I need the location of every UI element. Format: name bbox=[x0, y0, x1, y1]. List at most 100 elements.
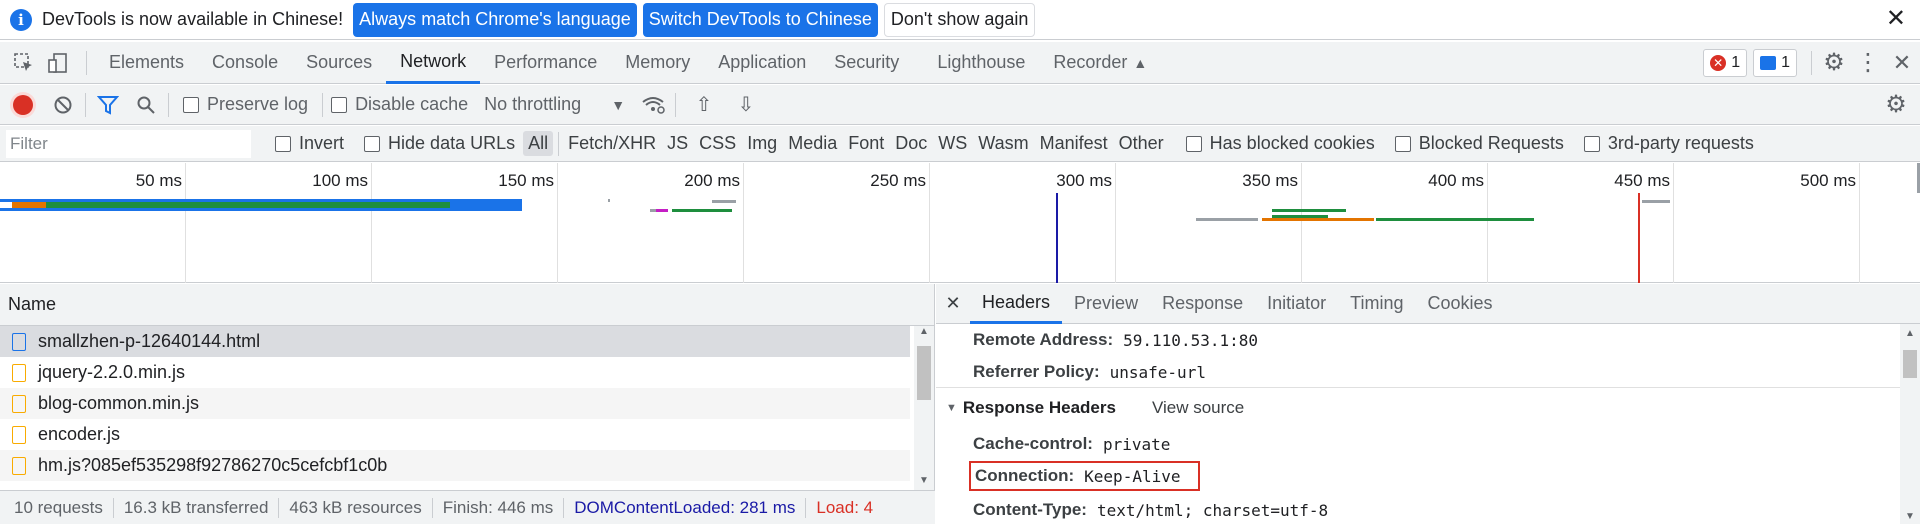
divider bbox=[675, 92, 677, 117]
tab-application[interactable]: Application bbox=[704, 42, 820, 84]
request-bar bbox=[1196, 218, 1258, 221]
tab-recorder-label: Recorder bbox=[1053, 52, 1128, 72]
response-headers-section-header[interactable]: ▼ Response Headers View source bbox=[946, 398, 1244, 418]
flask-icon: ▲ bbox=[1133, 54, 1148, 71]
tab-security[interactable]: Security bbox=[820, 42, 913, 84]
close-detail-icon[interactable]: ✕ bbox=[936, 293, 970, 314]
request-name: smallzhen-p-12640144.html bbox=[38, 331, 261, 351]
always-match-language-button[interactable]: Always match Chrome's language bbox=[353, 2, 637, 37]
search-icon[interactable] bbox=[132, 91, 160, 119]
request-bar bbox=[712, 200, 736, 203]
device-toolbar-icon[interactable] bbox=[44, 49, 72, 77]
infobar-close-icon[interactable]: ✕ bbox=[1886, 4, 1906, 33]
tab-memory[interactable]: Memory bbox=[611, 42, 704, 84]
divider bbox=[85, 92, 86, 117]
export-har-icon[interactable]: ⇩ bbox=[732, 91, 760, 119]
tab-sources[interactable]: Sources bbox=[292, 42, 386, 84]
scrollbar-thumb[interactable] bbox=[917, 346, 931, 400]
infobar-message: DevTools is now available in Chinese! bbox=[42, 9, 344, 29]
gridline bbox=[557, 163, 558, 283]
tab-lighthouse[interactable]: Lighthouse bbox=[923, 42, 1039, 84]
request-bar bbox=[0, 202, 12, 208]
network-settings-gear-icon[interactable]: ⚙ bbox=[1882, 91, 1910, 119]
detail-scrollbar[interactable]: ▲ ▼ bbox=[1900, 324, 1920, 524]
filter-type-js[interactable]: JS bbox=[662, 131, 693, 156]
filter-type-wasm[interactable]: Wasm bbox=[973, 131, 1033, 156]
tab-performance[interactable]: Performance bbox=[480, 42, 611, 84]
header-row: Content-Type: text/html; charset=utf-8 bbox=[973, 500, 1328, 520]
request-bar bbox=[1272, 209, 1346, 212]
request-bar bbox=[1262, 218, 1374, 221]
close-devtools-icon[interactable]: ✕ bbox=[1888, 49, 1916, 77]
scroll-down-arrow-icon[interactable]: ▼ bbox=[914, 475, 934, 486]
tab-headers[interactable]: Headers bbox=[970, 284, 1063, 324]
filter-type-ws[interactable]: WS bbox=[933, 131, 972, 156]
tick-label: 400 ms bbox=[1428, 171, 1484, 190]
filter-type-doc[interactable]: Doc bbox=[890, 131, 932, 156]
domcontentloaded-time: DOMContentLoaded: 281 ms bbox=[564, 497, 807, 518]
message-icon bbox=[1760, 55, 1777, 70]
has-blocked-cookies-checkbox[interactable]: Has blocked cookies bbox=[1185, 133, 1375, 154]
gridline bbox=[1115, 163, 1116, 283]
table-row[interactable]: smallzhen-p-12640144.html bbox=[0, 326, 910, 357]
record-icon[interactable] bbox=[13, 94, 33, 115]
request-bar bbox=[2, 202, 450, 208]
network-conditions-wifi-icon[interactable] bbox=[639, 91, 667, 119]
settings-gear-icon[interactable]: ⚙ bbox=[1820, 49, 1848, 77]
load-marker bbox=[1638, 193, 1640, 283]
disable-cache-checkbox[interactable]: Disable cache bbox=[331, 94, 468, 115]
switch-to-chinese-button[interactable]: Switch DevTools to Chinese bbox=[642, 2, 878, 37]
table-row[interactable]: encoder.js bbox=[0, 419, 910, 450]
tab-console[interactable]: Console bbox=[198, 42, 292, 84]
more-options-icon[interactable]: ⋮ bbox=[1854, 49, 1882, 77]
tab-cookies[interactable]: Cookies bbox=[1416, 284, 1505, 324]
html-file-icon bbox=[12, 332, 26, 351]
tab-initiator[interactable]: Initiator bbox=[1255, 284, 1338, 324]
table-row[interactable]: jquery-2.2.0.min.js bbox=[0, 357, 910, 388]
filter-type-all[interactable]: All bbox=[523, 131, 554, 156]
preserve-log-checkbox[interactable]: Preserve log bbox=[183, 94, 308, 115]
hide-data-urls-checkbox[interactable]: Hide data URLs bbox=[364, 133, 515, 154]
blocked-requests-checkbox[interactable]: Blocked Requests bbox=[1394, 133, 1564, 154]
tick-label: 150 ms bbox=[498, 171, 554, 190]
third-party-requests-checkbox[interactable]: 3rd-party requests bbox=[1583, 133, 1754, 154]
request-list-scrollbar[interactable]: ▲ ▼ bbox=[914, 326, 934, 490]
messages-badge[interactable]: 1 bbox=[1753, 48, 1797, 77]
tab-response[interactable]: Response bbox=[1150, 284, 1255, 324]
scrollbar-thumb[interactable] bbox=[1903, 350, 1917, 378]
clear-icon[interactable] bbox=[49, 91, 77, 119]
tick-label: 50 ms bbox=[135, 171, 182, 190]
view-source-link[interactable]: View source bbox=[1152, 398, 1244, 418]
invert-checkbox[interactable]: Invert bbox=[275, 133, 344, 154]
dont-show-again-button[interactable]: Don't show again bbox=[883, 2, 1036, 37]
filter-type-other[interactable]: Other bbox=[1114, 131, 1169, 156]
filter-icon[interactable] bbox=[94, 91, 122, 119]
filter-type-media[interactable]: Media bbox=[783, 131, 842, 156]
tab-elements[interactable]: Elements bbox=[95, 42, 198, 84]
filter-type-manifest[interactable]: Manifest bbox=[1035, 131, 1113, 156]
network-overview-timeline[interactable]: 50 ms 100 ms 150 ms 200 ms 250 ms 300 ms… bbox=[0, 163, 1920, 283]
errors-badge[interactable]: ✕ 1 bbox=[1703, 48, 1748, 77]
tab-recorder[interactable]: Recorder ▲ bbox=[1039, 42, 1151, 84]
scroll-up-arrow-icon[interactable]: ▲ bbox=[914, 326, 934, 342]
expand-triangle-icon: ▼ bbox=[946, 402, 957, 414]
table-row[interactable]: blog-common.min.js bbox=[0, 388, 910, 419]
tab-preview[interactable]: Preview bbox=[1062, 284, 1150, 324]
tab-network[interactable]: Network bbox=[386, 42, 481, 84]
name-column-header[interactable]: Name bbox=[0, 284, 934, 326]
filter-type-css[interactable]: CSS bbox=[694, 131, 741, 156]
throttling-select[interactable]: No throttling ▼ bbox=[484, 94, 625, 115]
import-har-icon[interactable]: ⇧ bbox=[690, 91, 718, 119]
scroll-up-arrow-icon[interactable]: ▲ bbox=[1900, 328, 1920, 344]
table-row[interactable]: hm.js?085ef535298f92786270c5cefcbf1c0b bbox=[0, 450, 910, 481]
scroll-down-arrow-icon[interactable]: ▼ bbox=[1900, 511, 1920, 522]
header-row: Remote Address: 59.110.53.1:80 bbox=[973, 330, 1258, 350]
inspect-element-icon[interactable] bbox=[10, 49, 38, 77]
filter-type-font[interactable]: Font bbox=[843, 131, 889, 156]
header-key: Referrer Policy: bbox=[973, 362, 1100, 381]
filter-type-fetch-xhr[interactable]: Fetch/XHR bbox=[563, 131, 661, 156]
gridline bbox=[1301, 163, 1302, 283]
filter-type-img[interactable]: Img bbox=[742, 131, 782, 156]
filter-input[interactable]: Filter bbox=[6, 129, 251, 158]
tab-timing[interactable]: Timing bbox=[1338, 284, 1415, 324]
